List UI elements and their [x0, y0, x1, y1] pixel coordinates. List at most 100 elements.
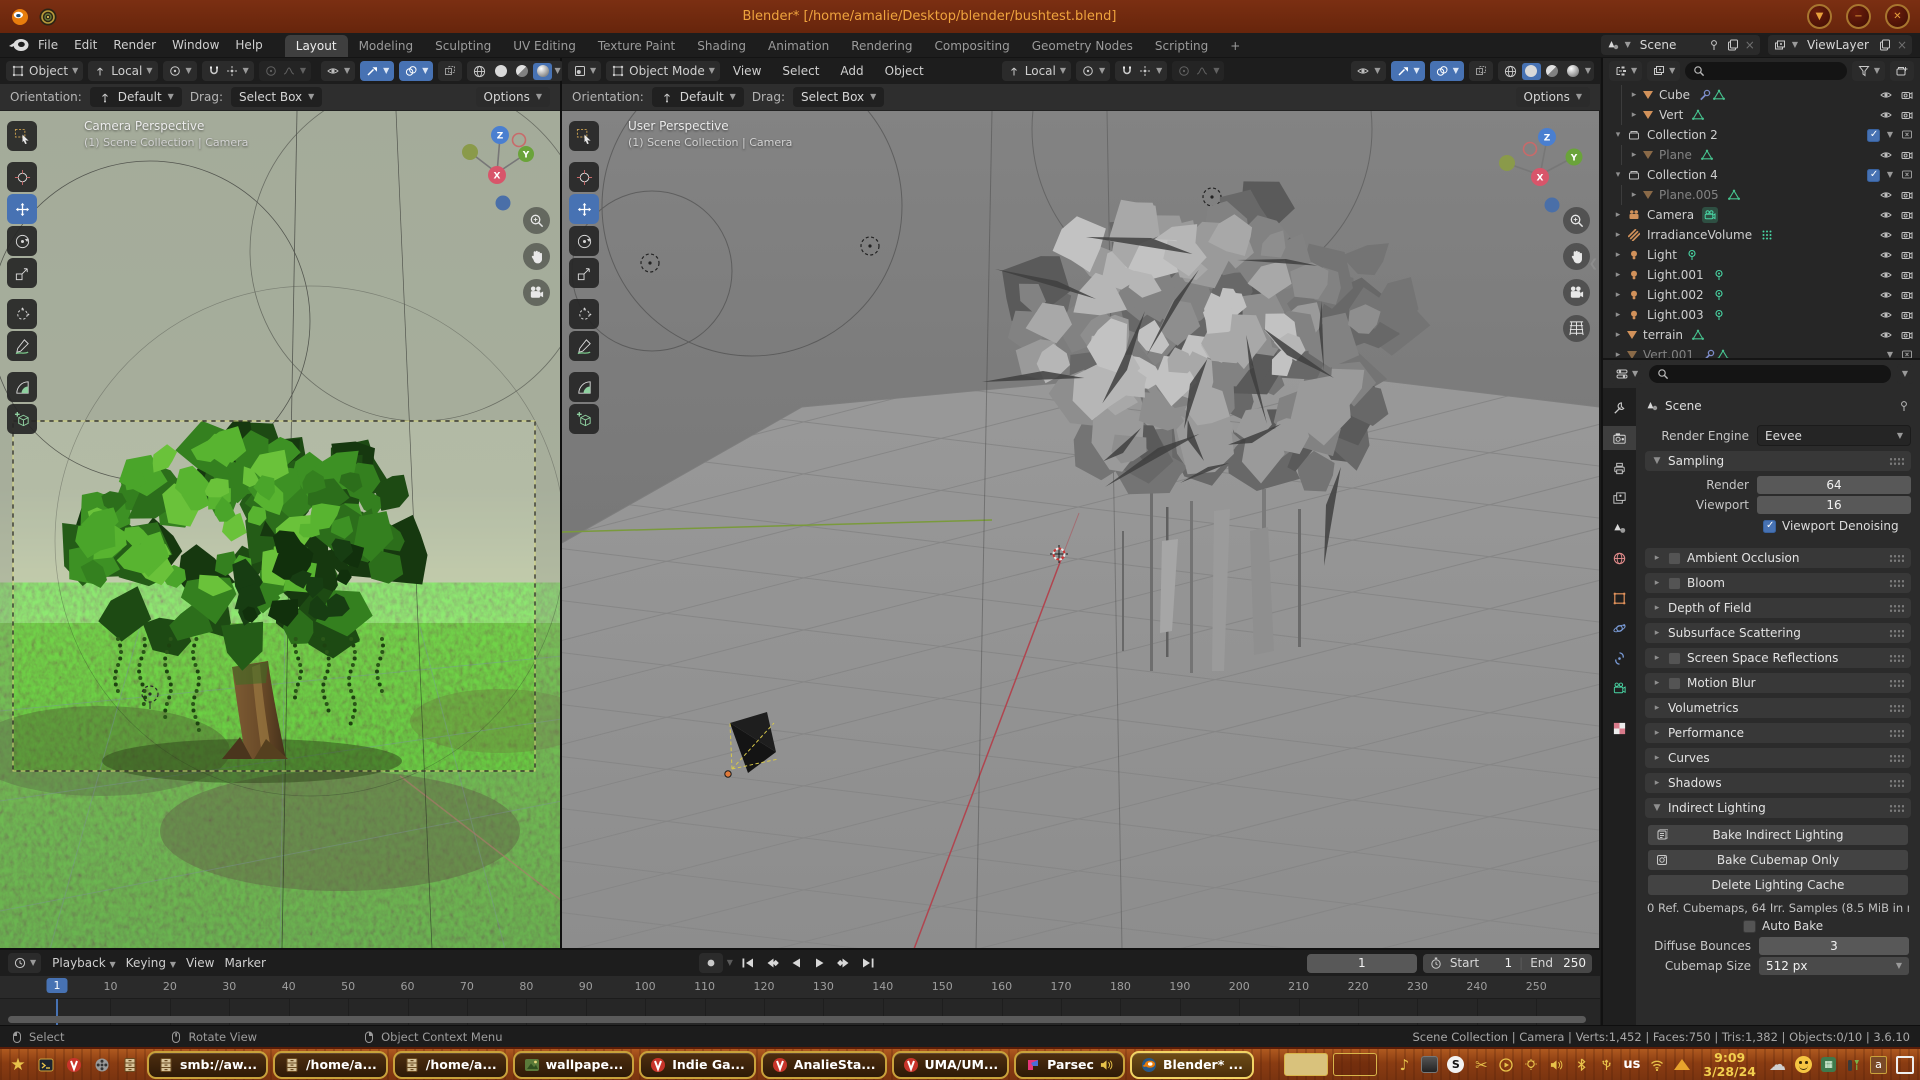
shading-solid-button[interactable] — [491, 63, 510, 80]
overlays-toggle[interactable]: ▼ — [1430, 61, 1464, 81]
overlays-toggle[interactable]: ▼ — [399, 61, 433, 81]
select-box-tool[interactable] — [7, 121, 37, 151]
tab-object[interactable] — [1603, 586, 1636, 610]
launcher-vlc[interactable] — [62, 1053, 86, 1077]
timeline-ruler[interactable]: 1102030405060708090100110120130140150160… — [0, 976, 1600, 999]
cubemap-size-dropdown[interactable]: 512 px▼ — [1759, 957, 1909, 975]
menu-help[interactable]: Help — [227, 35, 270, 55]
taskbar-task-indie-ga-[interactable]: Indie Ga... — [639, 1051, 756, 1079]
end-value[interactable]: 250 — [1560, 956, 1586, 970]
current-frame-field[interactable]: 1 — [1307, 954, 1417, 973]
mode-dropdown[interactable]: Object Mode▼ — [606, 61, 720, 81]
properties-editor-type-button[interactable]: ▼ — [1610, 364, 1643, 384]
rotate-tool[interactable] — [569, 226, 599, 256]
workspace-tab-sculpting[interactable]: Sculpting — [424, 35, 502, 57]
tab-render[interactable] — [1603, 426, 1636, 450]
properties-search-input[interactable] — [1649, 365, 1891, 383]
bake-indirect-lighting-button[interactable]: Bake Indirect Lighting — [1647, 824, 1909, 846]
disable-in-render-icon[interactable] — [1900, 308, 1914, 322]
disable-in-render-icon[interactable] — [1900, 228, 1914, 242]
play-button[interactable] — [809, 954, 831, 972]
scene-selector[interactable]: ▼ Scene × — [1601, 35, 1760, 55]
outliner-row[interactable]: ▸ Light — [1603, 245, 1920, 265]
workspace-tab-shading[interactable]: Shading — [686, 35, 757, 57]
workspace-tab-compositing[interactable]: Compositing — [923, 35, 1020, 57]
outliner-row[interactable]: ▸ Light.001 — [1603, 265, 1920, 285]
expand-arrow-icon[interactable]: ▾ — [1613, 130, 1623, 140]
object-visibility-dropdown[interactable]: ▼ — [321, 61, 355, 81]
bake-cubemap-only-button[interactable]: Bake Cubemap Only — [1647, 849, 1909, 871]
tray-keyboard-layout[interactable]: us — [1623, 1057, 1640, 1072]
disable-in-render-icon[interactable] — [1900, 208, 1914, 222]
transform-orientation-dropdown[interactable]: Local▼ — [88, 61, 157, 81]
workspace-tab-modeling[interactable]: Modeling — [348, 35, 425, 57]
drag-dropdown[interactable]: Select Box ▼ — [793, 87, 884, 107]
timeline-editor-type-button[interactable]: ▼ — [8, 953, 41, 973]
move-tool[interactable] — [7, 194, 37, 224]
tray-music[interactable]: ♪ — [1396, 1056, 1412, 1074]
auto-key-button[interactable] — [699, 953, 723, 973]
shading-rendered-button[interactable] — [1564, 63, 1583, 80]
add-cube-tool[interactable] — [7, 404, 37, 434]
pager-workspace-2[interactable] — [1333, 1053, 1377, 1076]
panel-bloom[interactable]: ▸ Bloom — [1645, 573, 1911, 593]
auto-bake-checkbox[interactable] — [1743, 920, 1756, 933]
taskbar-task-analiesta-[interactable]: AnalieSta... — [761, 1051, 887, 1079]
tab-view-layer[interactable] — [1603, 486, 1636, 510]
disable-in-render-icon[interactable] — [1900, 328, 1914, 342]
workspace-tab-animation[interactable]: Animation — [757, 35, 840, 57]
measure-tool[interactable] — [7, 372, 37, 402]
scale-tool[interactable] — [569, 258, 599, 288]
xray-toggle[interactable] — [438, 61, 462, 81]
workspace-tab-rendering[interactable]: Rendering — [840, 35, 923, 57]
options-dropdown[interactable]: Options▼ — [1516, 87, 1590, 107]
tray-calculator[interactable]: ▦ — [1821, 1057, 1836, 1072]
tray-usb[interactable] — [1598, 1058, 1614, 1071]
disable-in-render-icon[interactable] — [1900, 108, 1914, 122]
disable-in-render-icon[interactable] — [1900, 148, 1914, 162]
tray-volume[interactable] — [1548, 1059, 1564, 1071]
outliner-display-mode-button[interactable]: ▼ — [1609, 61, 1642, 81]
viewlayer-selector[interactable]: ▼ ViewLayer × — [1768, 35, 1912, 55]
shading-solid-button[interactable] — [1522, 63, 1541, 80]
outliner-filter-button[interactable]: ▼ — [1852, 61, 1885, 81]
restrict-chevron-icon[interactable]: ▼ — [1887, 171, 1893, 179]
shading-wireframe-button[interactable] — [1501, 63, 1520, 80]
launcher-favorites[interactable]: ★ — [6, 1053, 30, 1077]
blender-logo-icon[interactable] — [8, 37, 30, 53]
remove-viewlayer-icon[interactable]: × — [1897, 38, 1907, 52]
tray-clock[interactable]: 9:093/28/24 — [1699, 1051, 1760, 1077]
new-scene-icon[interactable] — [1726, 38, 1740, 52]
pager-workspace-1[interactable] — [1284, 1053, 1328, 1076]
orientation-dropdown[interactable]: Default ▼ — [90, 87, 182, 107]
snapping-controls[interactable]: ▼ — [1115, 61, 1167, 81]
window-minimize-button[interactable]: − — [1846, 4, 1871, 29]
tab-texture[interactable] — [1603, 716, 1636, 740]
options-dropdown[interactable]: Options▼ — [476, 87, 550, 107]
tray-updates[interactable] — [1674, 1059, 1690, 1070]
restrict-chevron-icon[interactable]: ▼ — [1887, 351, 1893, 358]
camera-view-button[interactable] — [523, 279, 550, 306]
outliner-row[interactable]: ▸ Vert.001 ▼ — [1603, 345, 1920, 358]
shading-material-button[interactable] — [1543, 63, 1562, 80]
editor-type-button[interactable]: ▼ — [568, 61, 601, 81]
outliner-row[interactable]: ▸ IrradianceVolume — [1603, 225, 1920, 245]
disable-in-render-icon[interactable] — [1900, 248, 1914, 262]
disable-in-render-icon[interactable] — [1900, 268, 1914, 282]
panel-checkbox[interactable] — [1668, 577, 1681, 590]
tab-scene[interactable] — [1603, 516, 1636, 540]
pin-icon[interactable] — [1897, 399, 1911, 413]
taskbar-task-uma-um-[interactable]: UMA/UM... — [892, 1051, 1010, 1079]
tray-dictionary[interactable]: a — [1870, 1056, 1887, 1074]
tab-physics[interactable] — [1603, 616, 1636, 640]
menu-edit[interactable]: Edit — [66, 35, 105, 55]
cursor-tool[interactable] — [7, 162, 37, 192]
disable-in-render-icon[interactable] — [1900, 188, 1914, 202]
shading-rendered-button[interactable] — [533, 63, 552, 80]
window-close-button[interactable]: ✕ — [1885, 4, 1910, 29]
menu-file[interactable]: File — [30, 35, 66, 55]
properties-options-button[interactable]: ▼ — [1897, 364, 1913, 384]
panel-curves[interactable]: ▸ Curves — [1645, 748, 1911, 768]
region-collapse-arrow[interactable]: ❮ — [1589, 257, 1598, 270]
cursor-tool[interactable] — [569, 162, 599, 192]
